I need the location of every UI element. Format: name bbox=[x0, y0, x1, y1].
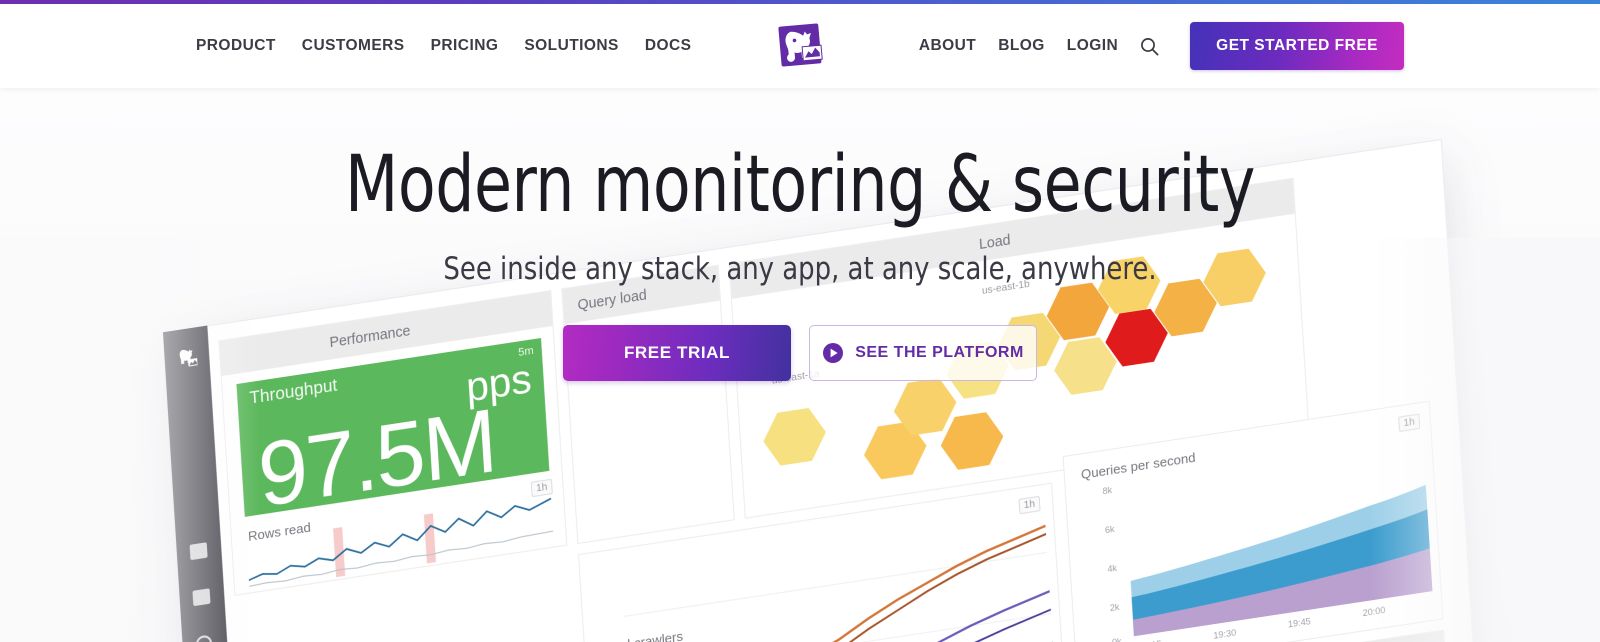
qps-x-tick-1915: 19:15 bbox=[1138, 638, 1161, 642]
load-crawlers-badge: 1h bbox=[1018, 495, 1041, 515]
hostmap-hex bbox=[892, 374, 958, 439]
panel-load-crawlers-title: Load crawlers bbox=[600, 628, 684, 642]
see-the-platform-label: SEE THE PLATFORM bbox=[855, 343, 1024, 361]
qps-badge: 1h bbox=[1398, 413, 1421, 433]
nav-item-solutions[interactable]: SOLUTIONS bbox=[524, 31, 618, 61]
load-crawlers-chart bbox=[623, 524, 1054, 642]
page-root: PRODUCT CUSTOMERS PRICING SOLUTIONS DOCS bbox=[0, 0, 1600, 642]
nav-item-customers[interactable]: CUSTOMERS bbox=[302, 31, 405, 61]
see-the-platform-button[interactable]: SEE THE PLATFORM bbox=[809, 324, 1037, 381]
hostmap-hex bbox=[862, 418, 928, 483]
rows-read-badge: 1h bbox=[530, 478, 553, 498]
panel-qps-title: Queries per second bbox=[1080, 449, 1196, 483]
nav-item-product[interactable]: PRODUCT bbox=[196, 31, 276, 61]
panel-backlog: Backlog bbox=[1077, 629, 1448, 642]
rows-read-sparkline bbox=[248, 497, 554, 587]
qps-y-tick-0k: 0k bbox=[1111, 636, 1122, 642]
play-circle-icon bbox=[822, 342, 844, 364]
throughput-tile-value: 97.5M bbox=[255, 388, 499, 517]
nav-item-docs[interactable]: DOCS bbox=[645, 31, 692, 61]
site-logo[interactable] bbox=[772, 18, 828, 74]
panel-backlog-header bbox=[1078, 630, 1446, 642]
hero-subheadline: See inside any stack, any app, at any sc… bbox=[443, 250, 1157, 287]
panel-load-crawlers: Load crawlers 1h 2 bbox=[578, 482, 1067, 642]
nav-item-login[interactable]: LOGIN bbox=[1067, 31, 1118, 61]
qps-x-tick-2000: 20:00 bbox=[1362, 604, 1386, 619]
primary-nav-left: PRODUCT CUSTOMERS PRICING SOLUTIONS DOCS bbox=[196, 4, 691, 88]
nav-item-blog[interactable]: BLOG bbox=[998, 31, 1045, 61]
search-icon bbox=[1140, 37, 1159, 56]
qps-x-tick-1945: 19:45 bbox=[1287, 615, 1312, 630]
hostmap-hex bbox=[939, 409, 1005, 474]
hostmap-hex bbox=[762, 405, 828, 470]
get-started-free-button[interactable]: GET STARTED FREE bbox=[1190, 22, 1404, 70]
datadog-dog-logo-icon bbox=[778, 23, 823, 67]
qps-y-tick-6k: 6k bbox=[1104, 523, 1115, 536]
hero-headline: Modern monitoring & security bbox=[345, 140, 1255, 230]
sidebar-icon-infrastructure bbox=[192, 588, 211, 607]
qps-y-tick-8k: 8k bbox=[1102, 484, 1113, 497]
sidebar-icon-dashboard bbox=[189, 542, 208, 561]
top-accent-bar bbox=[0, 0, 1600, 4]
qps-area-chart bbox=[1130, 484, 1433, 637]
sidebar-icon-monitors bbox=[195, 634, 213, 642]
qps-x-tick-1930: 19:30 bbox=[1213, 626, 1237, 641]
free-trial-button[interactable]: FREE TRIAL bbox=[563, 324, 791, 381]
site-header: PRODUCT CUSTOMERS PRICING SOLUTIONS DOCS bbox=[0, 4, 1600, 88]
primary-nav-right: ABOUT BLOG LOGIN GET STARTED FREE bbox=[919, 4, 1404, 88]
panel-queries-per-second: Queries per second 1h 8k 6k 4k 2k 0k 19:… bbox=[1062, 400, 1444, 642]
qps-y-tick-4k: 4k bbox=[1107, 562, 1118, 575]
nav-item-about[interactable]: ABOUT bbox=[919, 31, 976, 61]
hero-content: Modern monitoring & security See inside … bbox=[0, 88, 1600, 381]
hero-cta-group: FREE TRIAL SEE THE PLATFORM bbox=[0, 324, 1600, 381]
rows-read-title: Rows read bbox=[247, 519, 312, 545]
hero-section: Performance Throughput 5m 97.5M pps Rows… bbox=[0, 88, 1600, 642]
search-button[interactable] bbox=[1134, 31, 1164, 61]
qps-y-tick-2k: 2k bbox=[1109, 601, 1120, 613]
nav-item-pricing[interactable]: PRICING bbox=[431, 31, 499, 61]
